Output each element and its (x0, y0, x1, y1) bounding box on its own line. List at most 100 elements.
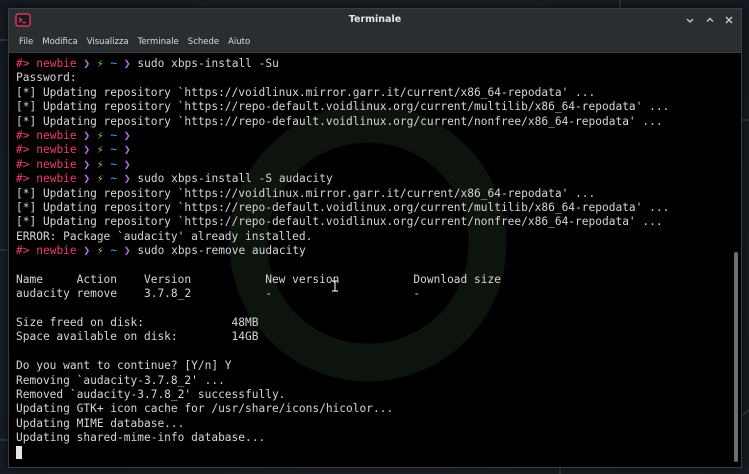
text-cursor-ibeam-icon (332, 280, 338, 292)
output-text: Updating shared-mime-info database... (16, 431, 266, 445)
prompt-bolt-icon: ⚡ (96, 172, 104, 186)
terminal-output-line: Removing `audacity-3.7.8_2' ... (16, 374, 727, 388)
menu-terminale[interactable]: Terminale (138, 37, 179, 47)
terminal-output-line: [*] Updating repository `https://repo-de… (16, 201, 727, 215)
terminal-output-line: audacity remove 3.7.8_2 - - (16, 287, 727, 301)
prompt-separator: ❯ (83, 157, 91, 171)
output-text: Name Action Version New version Download… (16, 272, 501, 286)
terminal-window: Terminale File Modifica Visualizza Termi… (8, 8, 742, 468)
output-text: Space available on disk: 14GB (16, 330, 259, 344)
terminal-output-line: ERROR: Package `audacity' already instal… (16, 230, 727, 244)
terminal-output-line: Do you want to continue? [Y/n] Y (16, 359, 727, 373)
prompt-directory: ~ (110, 172, 118, 186)
menubar: File Modifica Visualizza Terminale Sched… (9, 31, 741, 53)
scrollbar-thumb[interactable] (734, 252, 738, 462)
output-text: [*] Updating repository `https://repo-de… (16, 114, 663, 128)
prompt-directory: ~ (110, 128, 118, 142)
maximize-button[interactable] (703, 13, 717, 27)
prompt-separator: ❯ (123, 128, 131, 142)
terminal-scrollbar[interactable] (727, 54, 741, 467)
prompt-separator: ❯ (83, 57, 91, 70)
terminal-output-line: Size freed on disk: 48MB (16, 316, 727, 330)
menu-schede[interactable]: Schede (188, 37, 219, 47)
minimize-button[interactable] (683, 13, 697, 27)
output-text: Password: (16, 71, 77, 85)
prompt-hash: #> (16, 244, 30, 258)
terminal-output-line: [*] Updating repository `https://repo-de… (16, 100, 727, 114)
output-text: [*] Updating repository `https://repo-de… (16, 100, 670, 114)
prompt-hash: #> (16, 143, 30, 157)
prompt-separator: ❯ (123, 172, 131, 186)
prompt-hash: #> (16, 57, 30, 70)
terminal-output-line: [*] Updating repository `https://repo-de… (16, 115, 727, 129)
terminal-prompt-line: #> newbie ❯ ⚡ ~ ❯ sudo xbps-install -S a… (16, 172, 727, 186)
terminal-output-line: Password: (16, 71, 727, 85)
output-text: [*] Updating repository `https://voidlin… (16, 85, 596, 99)
terminal-output-line: [*] Updating repository `https://repo-de… (16, 215, 727, 229)
prompt-separator: ❯ (123, 157, 131, 171)
prompt-bolt-icon: ⚡ (96, 244, 104, 258)
output-text: Size freed on disk: 48MB (16, 316, 259, 330)
output-text: Updating GTK+ icon cache for /usr/share/… (16, 402, 394, 416)
close-icon (725, 16, 733, 24)
prompt-separator: ❯ (83, 244, 91, 258)
terminal-area[interactable]: #> newbie ❯ ⚡ ~ ❯ sudo xbps-install -Su P… (9, 54, 727, 467)
terminal-output-line: Updating shared-mime-info database... (16, 431, 727, 445)
output-text: audacity remove 3.7.8_2 - - (16, 287, 421, 301)
prompt-bolt-icon: ⚡ (96, 128, 104, 142)
terminal-prompt-line: #> newbie ❯ ⚡ ~ ❯ (16, 129, 727, 143)
prompt-hash: #> (16, 157, 30, 171)
command-text: sudo xbps-remove audacity (137, 244, 306, 258)
prompt-separator: ❯ (83, 143, 91, 157)
output-text: Do you want to continue? [Y/n] Y (16, 359, 232, 373)
prompt-separator: ❯ (83, 172, 91, 186)
terminal-prompt-line: #> newbie ❯ ⚡ ~ ❯ (16, 143, 727, 157)
menu-file[interactable]: File (19, 37, 33, 47)
prompt-separator: ❯ (123, 143, 131, 157)
prompt-username: newbie (36, 157, 77, 171)
prompt-hash: #> (16, 172, 30, 186)
prompt-bolt-icon: ⚡ (96, 157, 104, 171)
prompt-username: newbie (36, 244, 77, 258)
prompt-separator: ❯ (123, 57, 131, 70)
terminal-prompt-line: #> newbie ❯ ⚡ ~ ❯ sudo xbps-install -Su (16, 57, 727, 71)
output-text: Updating MIME database... (16, 416, 185, 430)
prompt-separator: ❯ (123, 244, 131, 258)
terminal-output: #> newbie ❯ ⚡ ~ ❯ sudo xbps-install -Su P… (16, 57, 727, 460)
titlebar[interactable]: Terminale (9, 9, 741, 31)
prompt-directory: ~ (110, 143, 118, 157)
output-text: Removed `audacity-3.7.8_2' successfully. (16, 387, 286, 401)
terminal-prompt-line: #> newbie ❯ ⚡ ~ ❯ sudo xbps-remove audac… (16, 244, 727, 258)
close-button[interactable] (722, 13, 736, 27)
terminal-output-line (16, 445, 727, 460)
prompt-bolt-icon: ⚡ (96, 57, 104, 70)
prompt-directory: ~ (110, 157, 118, 171)
output-text: [*] Updating repository `https://repo-de… (16, 200, 670, 214)
prompt-username: newbie (36, 57, 77, 70)
menu-modifica[interactable]: Modifica (42, 37, 78, 47)
menu-visualizza[interactable]: Visualizza (87, 37, 129, 47)
window-title: Terminale (348, 14, 402, 25)
terminal-output-line: Space available on disk: 14GB (16, 330, 727, 344)
terminal-output-line: Name Action Version New version Download… (16, 273, 727, 287)
prompt-separator: ❯ (83, 128, 91, 142)
menu-aiuto[interactable]: Aiuto (228, 37, 250, 47)
terminal-output-line: [*] Updating repository `https://voidlin… (16, 187, 727, 201)
prompt-bolt-icon: ⚡ (96, 143, 104, 157)
output-text: ERROR: Package `audacity' already instal… (16, 229, 313, 243)
command-text: sudo xbps-install -Su (137, 57, 279, 70)
terminal-prompt-line: #> newbie ❯ ⚡ ~ ❯ (16, 158, 727, 172)
command-text: sudo xbps-install -S audacity (137, 172, 333, 186)
prompt-username: newbie (36, 128, 77, 142)
output-text: [*] Updating repository `https://voidlin… (16, 186, 596, 200)
terminal-app-icon (15, 13, 31, 27)
prompt-hash: #> (16, 128, 30, 142)
output-text: [*] Updating repository `https://repo-de… (16, 215, 663, 229)
terminal-output-line: Removed `audacity-3.7.8_2' successfully. (16, 388, 727, 402)
prompt-directory: ~ (110, 244, 118, 258)
maximize-icon (706, 17, 714, 22)
terminal-output-line: Updating GTK+ icon cache for /usr/share/… (16, 402, 727, 416)
